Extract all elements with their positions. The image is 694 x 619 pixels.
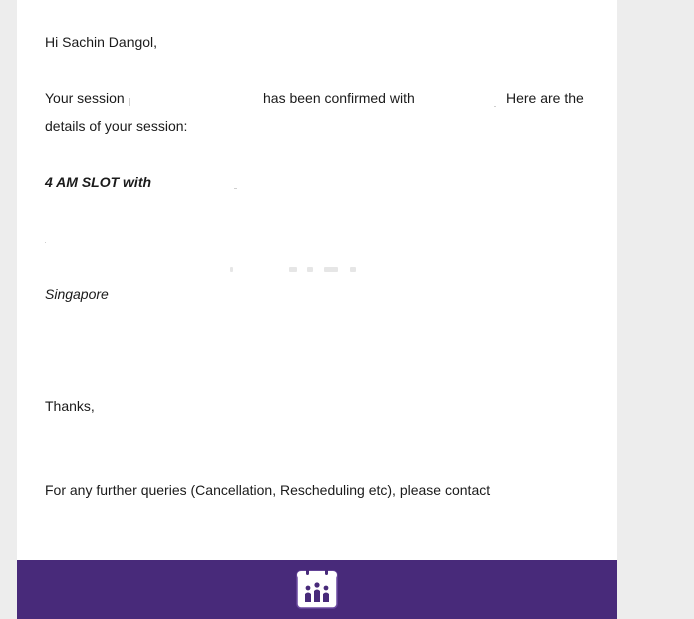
redacted-slot-host [234,188,237,189]
slot-heading: 4 AM SLOT with [45,174,152,190]
email-footer [17,560,617,619]
thanks-text: Thanks, [45,398,95,414]
email-body: Hi Sachin Dangol, Your session has been … [17,0,617,560]
session-prefix-text: Your session [45,90,125,106]
queries-text: For any further queries (Cancellation, R… [45,482,491,498]
greeting-text: Hi Sachin Dangol, [45,34,158,50]
redacted-address-line [45,258,365,272]
calendar-people-icon [296,567,338,609]
here-are-the-text: Here are the [506,90,584,106]
location-text: Singapore [45,286,109,302]
redacted-provider-name [494,106,496,107]
redacted-session-name [129,98,130,106]
confirmed-with-text: has been confirmed with [263,90,415,106]
redacted-address-mark [45,242,46,243]
details-text: details of your session: [45,118,188,134]
